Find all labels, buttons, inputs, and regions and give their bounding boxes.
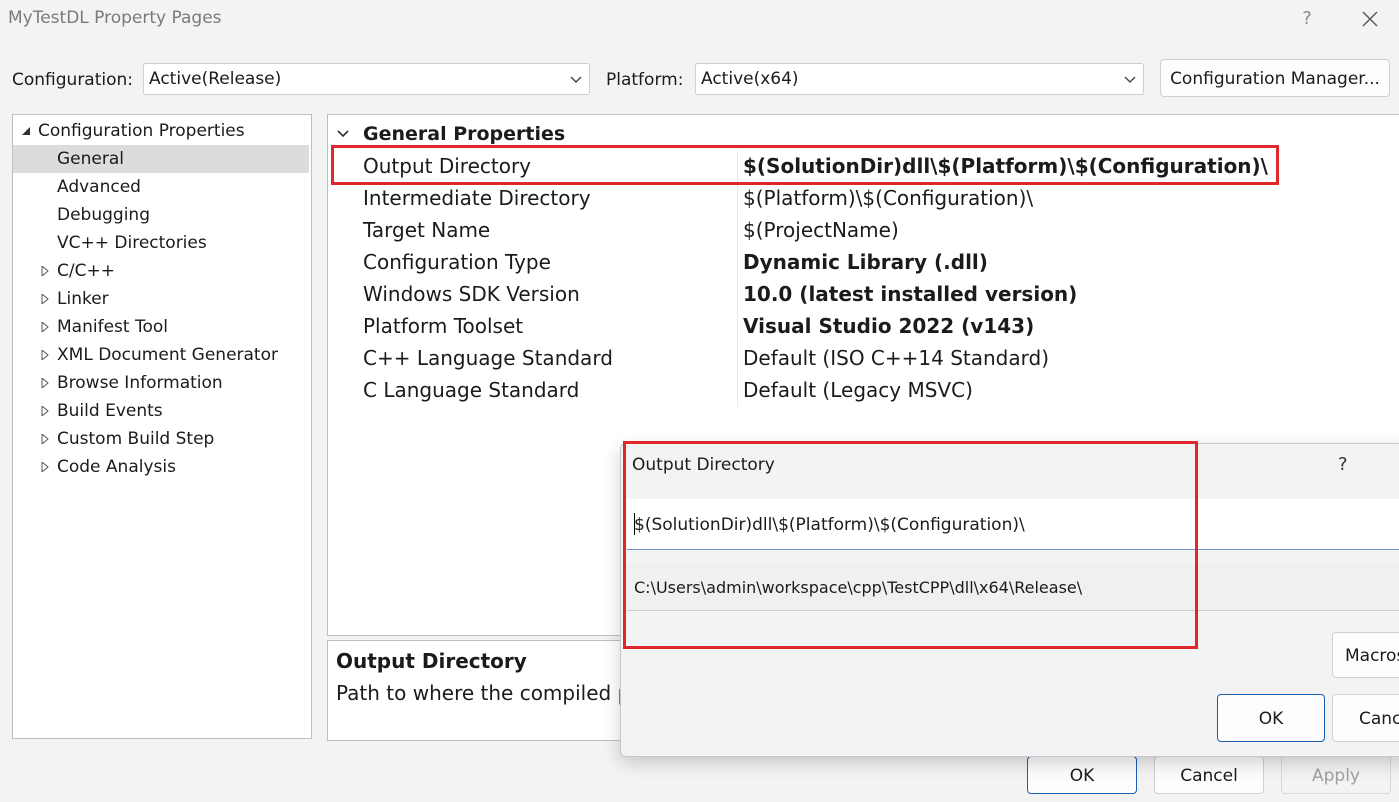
dialog-help-icon[interactable]: ? (1338, 454, 1348, 475)
tree-item-label: Advanced (57, 177, 141, 197)
description-panel: Output Directory Path to where the compi… (327, 640, 631, 741)
tree-item-code-analysis[interactable]: Code Analysis (13, 453, 309, 481)
collapsed-triangle-icon[interactable] (40, 378, 50, 388)
tree-item-label: Manifest Tool (57, 317, 168, 337)
property-row-c-language-standard[interactable]: C++ Language Standard Default (ISO C++14 … (358, 343, 1398, 375)
property-value[interactable]: Default (ISO C++14 Standard) (743, 346, 1049, 370)
tree-item-vc-directories[interactable]: VC++ Directories (13, 229, 309, 257)
property-row-windows-sdk-version[interactable]: Windows SDK Version 10.0 (latest installe… (358, 279, 1398, 311)
tree-item-label: C/C++ (57, 261, 115, 281)
tree-item-debugging[interactable]: Debugging (13, 201, 309, 229)
description-body: Path to where the compiled p (336, 681, 631, 705)
collapsed-triangle-icon[interactable] (40, 406, 50, 416)
configuration-manager-button[interactable]: Configuration Manager... (1160, 59, 1390, 97)
tree-item-label: XML Document Generator (57, 345, 278, 365)
property-name: Windows SDK Version (363, 282, 580, 306)
tree-item-general[interactable]: General (13, 145, 309, 173)
platform-dropdown[interactable]: Active(x64) (695, 63, 1144, 95)
tree-item-c-c-[interactable]: C/C++ (13, 257, 309, 285)
property-value[interactable]: Visual Studio 2022 (v143) (743, 314, 1034, 338)
tree-item-label: Debugging (57, 205, 150, 225)
collapsed-triangle-icon[interactable] (40, 350, 50, 360)
collapse-chevron-icon[interactable] (336, 127, 350, 141)
dialog-cancel-button[interactable]: Canc (1332, 694, 1399, 742)
column-divider (737, 247, 738, 279)
tree-item-label: Browse Information (57, 373, 223, 393)
property-value[interactable]: Dynamic Library (.dll) (743, 250, 988, 274)
platform-value: Active(x64) (701, 69, 799, 89)
property-name: Intermediate Directory (363, 186, 591, 210)
column-divider (737, 311, 738, 343)
property-value[interactable]: $(Platform)\$(Configuration)\ (743, 186, 1033, 210)
property-row-c-language-standard[interactable]: C Language Standard Default (Legacy MSVC) (358, 375, 1398, 407)
tree-item-label: Code Analysis (57, 457, 176, 477)
collapsed-triangle-icon[interactable] (40, 322, 50, 332)
expanded-triangle-icon (22, 127, 30, 135)
chevron-down-icon (570, 76, 582, 83)
column-divider (737, 279, 738, 311)
tree-item-label: Build Events (57, 401, 163, 421)
property-name: Target Name (363, 218, 491, 242)
property-tree: Configuration Properties General Advanced… (12, 114, 312, 739)
tree-item-build-events[interactable]: Build Events (13, 397, 309, 425)
column-divider (737, 183, 738, 215)
collapsed-triangle-icon[interactable] (40, 266, 50, 276)
tree-item-browse-information[interactable]: Browse Information (13, 369, 309, 397)
property-name: Configuration Type (363, 250, 551, 274)
macros-button[interactable]: Macros (1332, 632, 1399, 678)
tree-item-custom-build-step[interactable]: Custom Build Step (13, 425, 309, 453)
chevron-down-icon (1124, 76, 1136, 83)
highlight-box-dialog (623, 441, 1198, 649)
tree-item-xml-document-generator[interactable]: XML Document Generator (13, 341, 309, 369)
property-value[interactable]: $(ProjectName) (743, 218, 899, 242)
help-icon[interactable]: ? (1296, 8, 1318, 29)
collapsed-triangle-icon[interactable] (40, 434, 50, 444)
close-icon[interactable] (1355, 4, 1385, 34)
configuration-label: Configuration: (12, 70, 134, 90)
tree-item-manifest-tool[interactable]: Manifest Tool (13, 313, 309, 341)
property-value[interactable]: Default (Legacy MSVC) (743, 378, 973, 402)
property-value[interactable]: 10.0 (latest installed version) (743, 282, 1077, 306)
tree-item-advanced[interactable]: Advanced (13, 173, 309, 201)
tree-item-label: Custom Build Step (57, 429, 215, 449)
cancel-button[interactable]: Cancel (1154, 756, 1264, 794)
ok-button[interactable]: OK (1027, 756, 1137, 794)
dialog-ok-button[interactable]: OK (1217, 694, 1325, 742)
window-title: MyTestDL Property Pages (8, 8, 222, 28)
property-row-configuration-type[interactable]: Configuration Type Dynamic Library (.dll) (358, 247, 1398, 279)
highlight-box-output-directory-row (331, 145, 1279, 185)
property-name: Platform Toolset (363, 314, 524, 338)
tree-root-configuration-properties[interactable]: Configuration Properties (13, 117, 309, 145)
collapsed-triangle-icon[interactable] (40, 462, 50, 472)
property-row-platform-toolset[interactable]: Platform Toolset Visual Studio 2022 (v143… (358, 311, 1398, 343)
property-row-target-name[interactable]: Target Name $(ProjectName) (358, 215, 1398, 247)
tree-item-linker[interactable]: Linker (13, 285, 309, 313)
column-divider (737, 215, 738, 247)
column-divider (737, 343, 738, 375)
apply-button[interactable]: Apply (1281, 756, 1391, 794)
property-name: C++ Language Standard (363, 346, 613, 370)
description-title: Output Directory (336, 649, 527, 673)
tree-item-label: Linker (57, 289, 109, 309)
collapsed-triangle-icon[interactable] (40, 294, 50, 304)
property-name: C Language Standard (363, 378, 580, 402)
property-row-intermediate-directory[interactable]: Intermediate Directory $(Platform)\$(Conf… (358, 183, 1398, 215)
configuration-dropdown[interactable]: Active(Release) (143, 63, 590, 95)
tree-item-label: General (57, 149, 124, 169)
platform-label: Platform: (606, 70, 684, 90)
tree-root-label: Configuration Properties (38, 121, 245, 141)
tree-item-label: VC++ Directories (57, 233, 207, 253)
column-divider (737, 375, 738, 407)
configuration-value: Active(Release) (149, 69, 282, 89)
section-header: General Properties (363, 123, 566, 145)
